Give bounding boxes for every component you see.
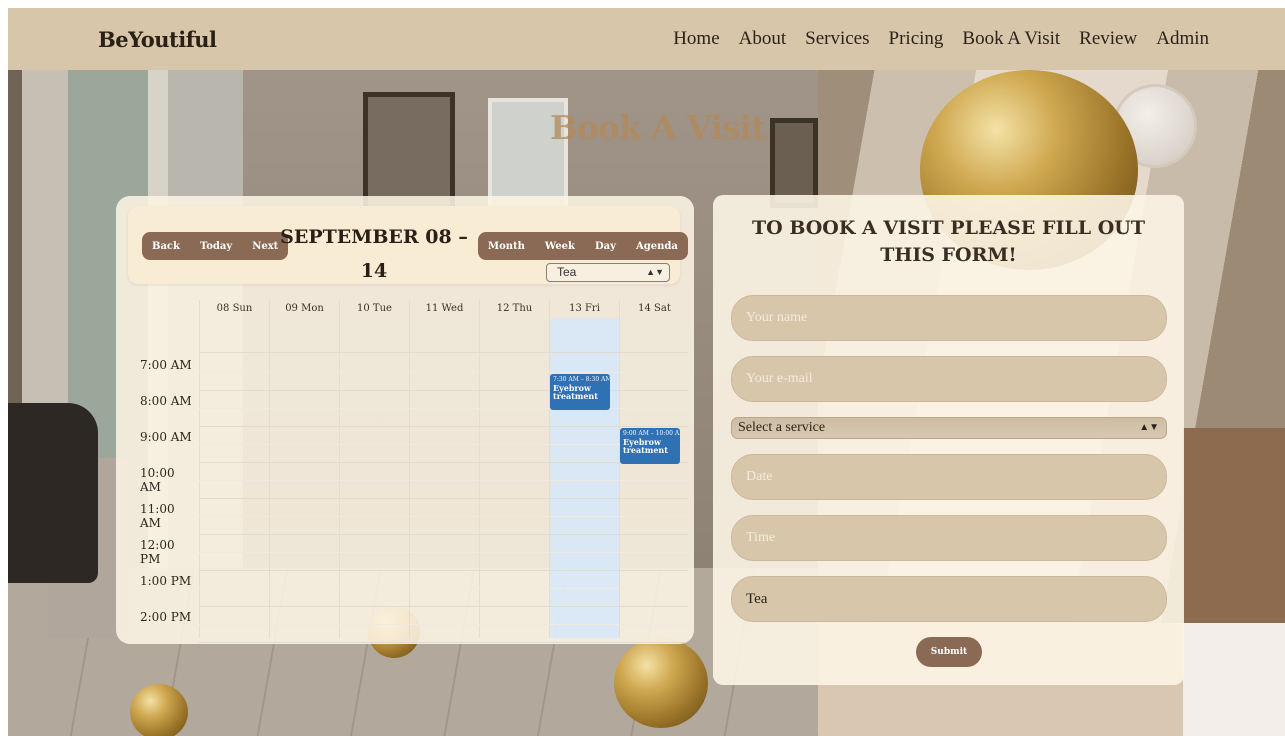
- day-header[interactable]: 14 Sat: [619, 300, 689, 318]
- day-column[interactable]: [549, 318, 619, 638]
- day-column[interactable]: [269, 318, 339, 638]
- calendar-resource-value: Tea: [557, 265, 577, 279]
- nav-services[interactable]: Services: [805, 28, 869, 50]
- grid-line: [199, 462, 688, 463]
- grid-line: [199, 426, 688, 427]
- date-input[interactable]: Date: [731, 454, 1167, 500]
- event-title: Eyebrow treatment: [553, 383, 598, 401]
- top-navbar: BeYoutiful Home About Services Pricing B…: [8, 8, 1285, 70]
- calendar-card: Back Today Next SEPTEMBER 08 – 14 Month …: [116, 196, 694, 644]
- name-input[interactable]: Your name: [731, 295, 1167, 341]
- side-photo-floor: [1183, 428, 1285, 623]
- nav-home[interactable]: Home: [673, 28, 719, 50]
- day-header[interactable]: 10 Tue: [339, 300, 409, 318]
- grid-line: [199, 372, 688, 373]
- booking-form-card: TO BOOK A VISIT PLEASE FILL OUT THIS FOR…: [713, 195, 1184, 685]
- page-title: Book A Visit: [550, 108, 766, 147]
- grid-line: [199, 516, 688, 517]
- grid-line: [199, 480, 688, 481]
- event-time: 7:30 AM – 8:30 AM: [553, 376, 610, 383]
- grid-line: [199, 624, 688, 625]
- calendar-nav-group: Back Today Next: [142, 232, 289, 260]
- time-slot-label: 10:00 AM: [140, 466, 175, 494]
- resource-input[interactable]: Tea: [731, 576, 1167, 622]
- calendar-week-grid: 08 Sun 09 Mon 10 Tue 11 Wed 12 Thu 13 Fri 14 S…: [137, 300, 689, 643]
- calendar-today-button[interactable]: Today: [190, 232, 242, 260]
- time-slot-label: 11:00 AM: [140, 502, 175, 530]
- nav-about[interactable]: About: [739, 28, 787, 50]
- day-header[interactable]: 11 Wed: [409, 300, 479, 318]
- time-slot-label: 8:00 AM: [140, 394, 192, 408]
- grid-line: [199, 606, 688, 607]
- calendar-back-button[interactable]: Back: [142, 232, 190, 260]
- service-select[interactable]: Select a service ▲▼: [731, 417, 1167, 439]
- day-header[interactable]: 08 Sun: [199, 300, 269, 318]
- select-arrows-icon: ▲▼: [646, 267, 664, 277]
- calendar-range-label: SEPTEMBER 08 – 14: [280, 226, 468, 282]
- calendar-view-day[interactable]: Day: [585, 232, 626, 260]
- grid-line: [199, 498, 688, 499]
- nav-review[interactable]: Review: [1079, 28, 1137, 50]
- grid-line: [199, 390, 688, 391]
- form-title: TO BOOK A VISIT PLEASE FILL OUT THIS FOR…: [752, 217, 1145, 266]
- nav-admin[interactable]: Admin: [1156, 28, 1209, 50]
- time-input[interactable]: Time: [731, 515, 1167, 561]
- day-column[interactable]: [199, 318, 269, 638]
- calendar-event[interactable]: 7:30 AM – 8:30 AM Eyebrow treatment: [550, 374, 610, 410]
- day-column[interactable]: [479, 318, 549, 638]
- gold-sphere-decoration: [130, 684, 188, 736]
- gold-sphere-decoration: [614, 638, 708, 728]
- day-column[interactable]: [619, 318, 689, 638]
- day-header[interactable]: 09 Mon: [269, 300, 339, 318]
- grid-line: [199, 588, 688, 589]
- time-slot-label: 1:00 PM: [140, 574, 192, 588]
- day-header[interactable]: 13 Fri: [549, 300, 619, 318]
- side-photo-panel: [1183, 623, 1285, 736]
- grid-line: [199, 352, 688, 353]
- calendar-toolbar: Back Today Next SEPTEMBER 08 – 14 Month …: [128, 206, 688, 284]
- select-arrows-icon: ▲▼: [1139, 422, 1159, 433]
- grid-line: [199, 642, 688, 643]
- calendar-view-agenda[interactable]: Agenda: [626, 232, 688, 260]
- grid-line: [199, 408, 688, 409]
- time-slot-label: 7:00 AM: [140, 358, 192, 372]
- time-slot-label: 12:00 PM: [140, 538, 175, 566]
- calendar-view-month[interactable]: Month: [478, 232, 535, 260]
- grid-line: [199, 552, 688, 553]
- email-input[interactable]: Your e-mail: [731, 356, 1167, 402]
- calendar-view-group: Month Week Day Agenda: [478, 232, 688, 260]
- main-nav: Home About Services Pricing Book A Visit…: [673, 28, 1209, 50]
- calendar-view-week[interactable]: Week: [535, 232, 585, 260]
- calendar-event[interactable]: 9:00 AM – 10:00 AM Eyebrow treatment: [620, 428, 680, 464]
- calendar-resource-select[interactable]: Tea ▲▼: [546, 263, 670, 282]
- day-header[interactable]: 12 Thu: [479, 300, 549, 318]
- brand-logo[interactable]: BeYoutiful: [98, 27, 217, 52]
- event-time: 9:00 AM – 10:00 AM: [623, 430, 680, 437]
- submit-button[interactable]: Submit: [916, 637, 982, 667]
- salon-chair: [8, 403, 98, 583]
- page: BeYoutiful Home About Services Pricing B…: [8, 8, 1285, 736]
- day-column[interactable]: [339, 318, 409, 638]
- grid-line: [199, 534, 688, 535]
- nav-pricing[interactable]: Pricing: [889, 28, 944, 50]
- grid-line: [199, 444, 688, 445]
- grid-line: [199, 570, 688, 571]
- service-select-value: Select a service: [738, 420, 826, 435]
- event-title: Eyebrow treatment: [623, 437, 668, 455]
- time-slot-label: 9:00 AM: [140, 430, 192, 444]
- time-slot-label: 2:00 PM: [140, 610, 192, 624]
- day-column[interactable]: [409, 318, 479, 638]
- nav-book-a-visit[interactable]: Book A Visit: [962, 28, 1060, 50]
